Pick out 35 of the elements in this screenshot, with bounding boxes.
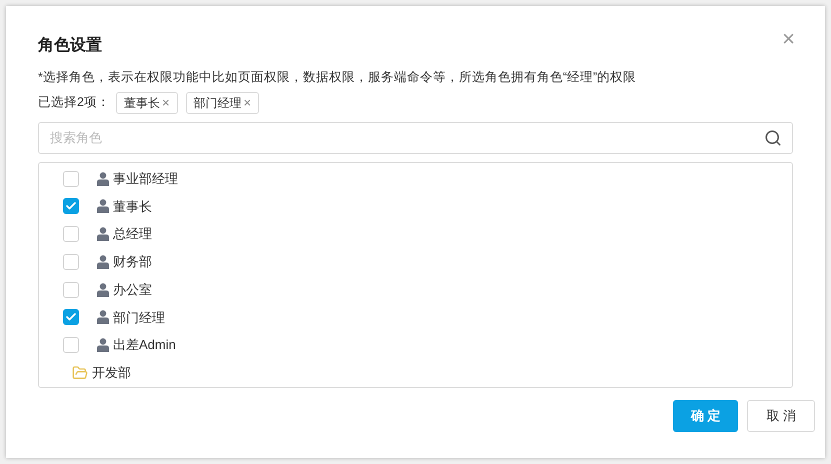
description: *选择角色，表示在权限功能中比如页面权限，数据权限，服务端命令等，所选角色拥有角色“经理”的权限 <box>38 69 638 86</box>
checkbox[interactable] <box>63 254 79 270</box>
person-icon <box>97 282 109 297</box>
folder-label[interactable]: 开发部 <box>92 363 131 383</box>
person-icon <box>97 254 109 269</box>
check-icon <box>65 311 77 324</box>
checkbox[interactable] <box>63 170 79 187</box>
role-label[interactable]: 出差Admin <box>113 335 176 355</box>
role-label[interactable]: 办公室 <box>113 280 152 300</box>
folder-icon <box>72 364 88 381</box>
tag-remove-button[interactable]: × <box>244 93 252 112</box>
role-label[interactable]: 董事长 <box>113 196 152 216</box>
checkbox[interactable] <box>63 282 79 298</box>
selected-count: 已选择2项： <box>38 94 110 112</box>
cancel-button[interactable]: 取 消 <box>747 400 815 432</box>
role-label[interactable]: 总经理 <box>113 224 152 244</box>
check-icon <box>65 200 77 212</box>
role-label[interactable]: 财务部 <box>113 252 152 272</box>
tag-remove-button[interactable]: × <box>162 93 170 112</box>
person-icon <box>97 338 109 352</box>
person-icon <box>97 310 109 324</box>
role-label[interactable]: 事业部经理 <box>113 168 178 188</box>
role-label[interactable]: 部门经理 <box>113 308 165 328</box>
tag-label: 董事长 <box>124 94 160 112</box>
search-icon[interactable] <box>764 128 782 147</box>
person-icon <box>97 199 109 214</box>
person-icon <box>97 227 109 242</box>
checkbox[interactable] <box>63 337 79 354</box>
checkbox[interactable] <box>63 309 79 326</box>
search-field[interactable]: 搜索角色 <box>38 122 793 154</box>
tag-label: 部门经理 <box>194 94 242 112</box>
checkbox[interactable] <box>63 226 79 242</box>
person-icon <box>97 172 109 186</box>
dialog-title: 角色设置 <box>38 36 102 56</box>
checkbox[interactable] <box>63 198 79 214</box>
